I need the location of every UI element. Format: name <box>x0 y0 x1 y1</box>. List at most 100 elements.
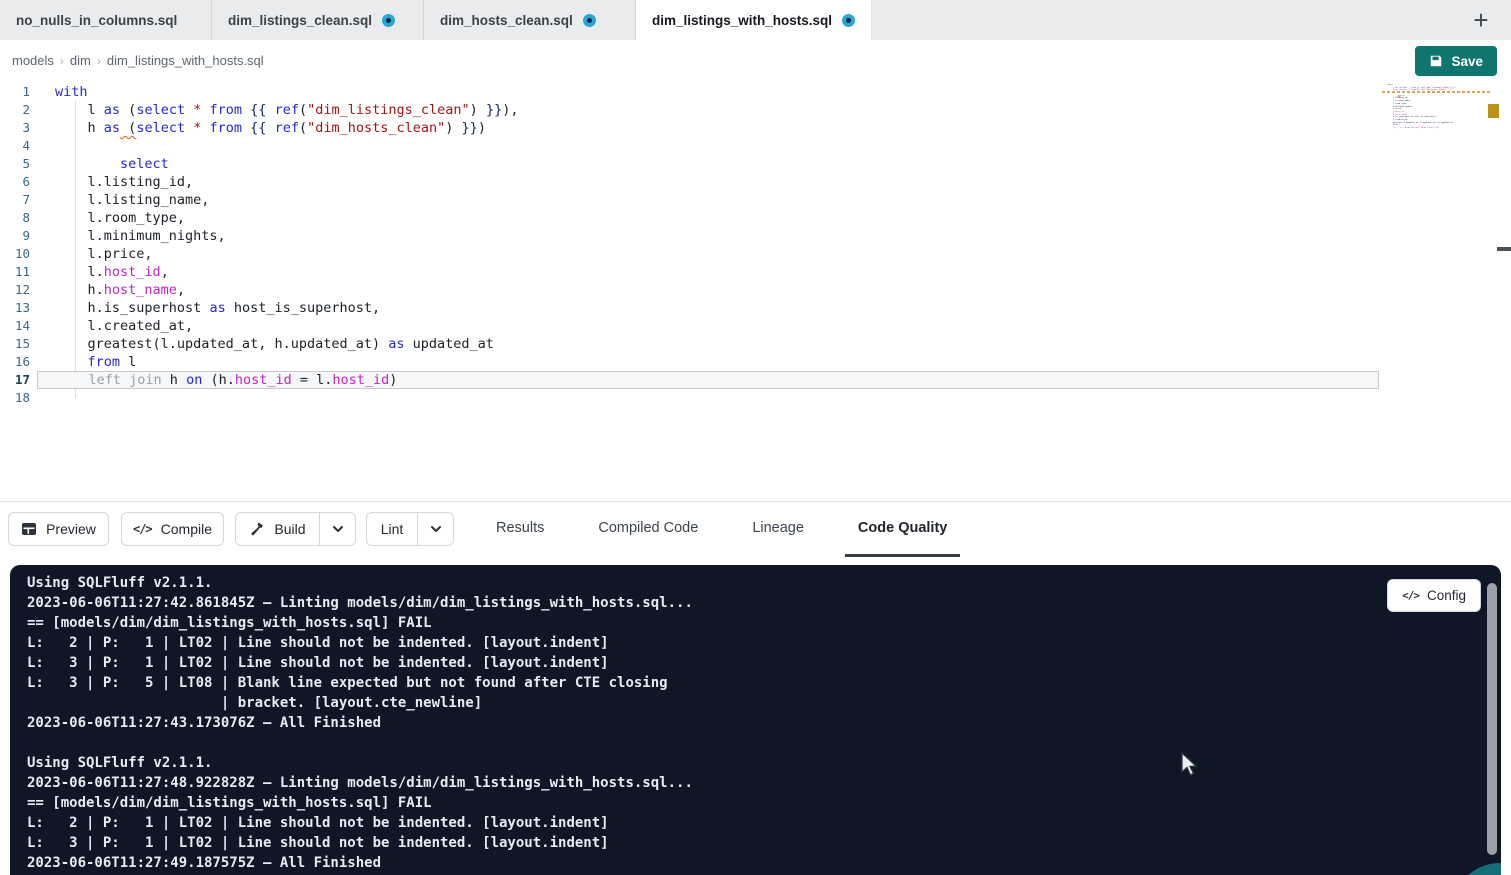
lint-output-terminal[interactable]: Using SQLFluff v2.1.1. 2023-06-06T11:27:… <box>10 565 1501 875</box>
editor-file-tab[interactable]: no_nulls_in_columns.sql <box>0 0 212 40</box>
lint-label: Lint <box>381 521 404 537</box>
code-line[interactable]: l as (select * from {{ ref("dim_listings… <box>37 101 1379 119</box>
code-lines[interactable]: with l as (select * from {{ ref("dim_lis… <box>37 83 1379 407</box>
code-token: = l. <box>292 372 333 388</box>
code-token: }} <box>462 120 478 136</box>
code-line[interactable]: h.is_superhost as host_is_superhost, <box>37 299 1379 317</box>
code-token <box>266 102 274 118</box>
line-number: 9 <box>0 227 30 245</box>
sql-code-editor[interactable]: 123456789101112131415161718 with l as (s… <box>0 81 1511 501</box>
code-line[interactable]: select <box>37 155 1379 173</box>
save-button[interactable]: Save <box>1415 46 1497 76</box>
code-token: ( <box>299 102 307 118</box>
panel-tab-lineage[interactable]: Lineage <box>739 502 817 557</box>
code-token: select <box>136 102 185 118</box>
code-token: l.room_type, <box>1388 103 1407 105</box>
panel-tab-code-quality[interactable]: Code Quality <box>845 502 960 557</box>
code-line[interactable]: l.listing_id, <box>37 173 1379 191</box>
lint-button[interactable]: Lint <box>366 512 418 546</box>
code-line[interactable] <box>37 137 1379 155</box>
code-line[interactable]: with <box>37 83 1379 101</box>
chevron-down-icon <box>429 522 443 536</box>
code-line[interactable]: from l <box>37 353 1379 371</box>
code-token: l.listing_name, <box>1388 100 1411 102</box>
code-token: from <box>210 102 243 118</box>
code-token: select <box>120 156 169 172</box>
code-token: l.minimum_nights, <box>55 228 226 244</box>
code-token: as <box>209 300 225 316</box>
new-tab-button[interactable]: + <box>1465 4 1497 36</box>
code-token: on <box>186 372 202 388</box>
code-token: ) <box>389 372 397 388</box>
help-floating-button[interactable] <box>1452 863 1501 875</box>
panel-tab-results[interactable]: Results <box>483 502 557 557</box>
line-number: 6 <box>0 173 30 191</box>
code-token: greatest(l.updated_at, h.updated_at) <box>55 336 388 352</box>
code-token: l.created_at, <box>1388 119 1408 121</box>
code-line[interactable]: greatest(l.updated_at, h.updated_at) as … <box>37 335 1379 353</box>
code-token: l.listing_id, <box>55 174 193 190</box>
code-token <box>201 120 209 136</box>
build-options-button[interactable] <box>320 512 356 546</box>
tab-label: dim_listings_with_hosts.sql <box>652 13 832 28</box>
code-line[interactable]: l.price, <box>37 245 1379 263</box>
compile-button[interactable]: </> Compile <box>121 512 224 546</box>
unsaved-changes-icon <box>842 14 855 27</box>
code-line[interactable]: h as (select * from {{ ref("dim_hosts_cl… <box>37 119 1379 137</box>
panel-tab-compiled-code[interactable]: Compiled Code <box>585 502 711 557</box>
code-line[interactable] <box>37 389 1379 407</box>
code-token: host_id <box>1395 111 1403 113</box>
compile-label: Compile <box>161 521 212 537</box>
line-number: 18 <box>0 389 30 407</box>
code-token: {{ <box>250 120 266 136</box>
code-token: select <box>136 120 185 136</box>
code-line[interactable]: l.room_type, <box>37 209 1379 227</box>
code-brackets-icon: </> <box>133 522 152 536</box>
code-token <box>55 354 88 370</box>
code-token: "dim_hosts_clean" <box>307 120 445 136</box>
code-token: updated_at <box>1440 122 1453 124</box>
code-line[interactable]: l.host_id, <box>37 263 1379 281</box>
code-line[interactable]: l.minimum_nights, <box>37 227 1379 245</box>
code-token: from <box>210 120 243 136</box>
code-token: l.created_at, <box>55 318 193 334</box>
code-token: as <box>104 120 120 136</box>
code-token: ), <box>502 102 518 118</box>
code-token: ( <box>120 120 136 136</box>
unsaved-changes-icon <box>583 14 596 27</box>
code-token: {{ <box>250 102 266 118</box>
preview-label: Preview <box>46 521 96 537</box>
breadcrumb-item[interactable]: dim_listings_with_hosts.sql <box>107 53 264 68</box>
code-line[interactable]: l.created_at, <box>37 317 1379 335</box>
overview-ruler-warning-marker <box>1488 104 1499 118</box>
code-line[interactable]: h.host_name, <box>37 281 1379 299</box>
code-token: h.is_superhost <box>55 300 209 316</box>
line-number: 11 <box>0 263 30 281</box>
action-toolbar: Preview </> Compile Build Lint Results Co… <box>0 502 1511 560</box>
code-token <box>185 102 193 118</box>
editor-file-tab[interactable]: dim_hosts_clean.sql <box>424 0 636 40</box>
code-line[interactable]: left join h on (h.host_id = l.host_id) <box>37 371 1379 389</box>
result-panel-tabs: Results Compiled Code Lineage Code Quality <box>483 502 988 559</box>
preview-table-icon <box>21 521 37 537</box>
line-number-gutter: 123456789101112131415161718 <box>0 83 30 407</box>
code-token: l.room_type, <box>55 210 185 226</box>
terminal-scrollbar[interactable] <box>1487 583 1497 855</box>
breadcrumb-separator-icon: › <box>60 54 64 68</box>
config-button[interactable]: </> Config <box>1387 579 1481 612</box>
line-number: 3 <box>0 119 30 137</box>
line-number: 7 <box>0 191 30 209</box>
code-token: l <box>55 102 104 118</box>
lint-options-button[interactable] <box>418 512 454 546</box>
code-token: l.price, <box>55 246 153 262</box>
breadcrumb-item[interactable]: models <box>12 53 54 68</box>
code-token: ( <box>299 120 307 136</box>
code-line[interactable]: l.listing_name, <box>37 191 1379 209</box>
preview-button[interactable]: Preview <box>8 512 109 546</box>
editor-file-tab[interactable]: dim_listings_with_hosts.sql <box>636 0 872 40</box>
line-number: 16 <box>0 353 30 371</box>
build-button[interactable]: Build <box>235 512 320 546</box>
breadcrumb-item[interactable]: dim <box>70 53 91 68</box>
editor-file-tab[interactable]: dim_listings_clean.sql <box>212 0 424 40</box>
code-token <box>266 120 274 136</box>
